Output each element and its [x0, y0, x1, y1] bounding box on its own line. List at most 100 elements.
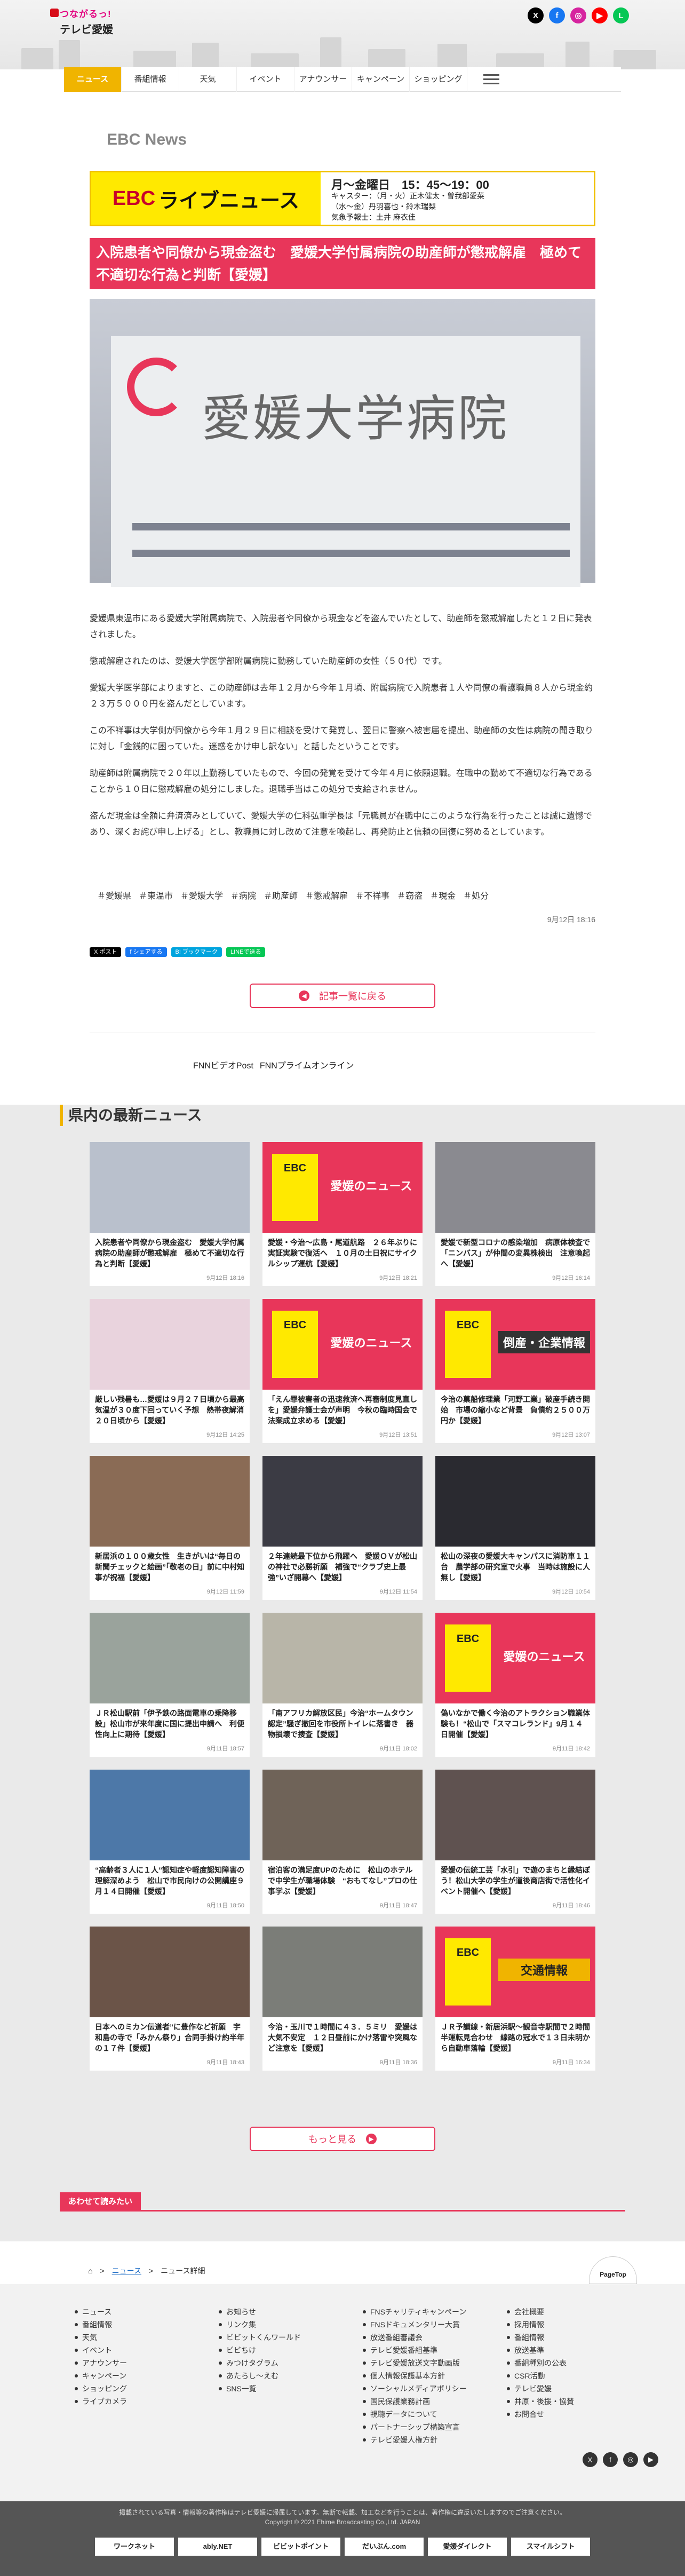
news-card[interactable]: 新居浜の１００歳女性 生きがいは“毎日の新聞チェックと絵画”「敬老の日」前に中村… [90, 1456, 250, 1600]
footer-link[interactable]: ビビットくんワールド [219, 2331, 363, 2344]
footer-link[interactable]: 個人情報保護基本方針 [363, 2369, 507, 2382]
footer-link[interactable]: 天気 [75, 2331, 219, 2344]
footer-link[interactable]: ビビちけ [219, 2344, 363, 2357]
footer-link[interactable]: キャンペーン [75, 2369, 219, 2382]
footer-link[interactable]: ソーシャルメディアポリシー [363, 2382, 507, 2395]
news-card[interactable]: 愛媛で新型コロナの感染増加 病原体検査で「ニンバス」が仲間の変異株検出 注意喚起… [435, 1142, 595, 1286]
x-icon[interactable]: X [528, 7, 544, 23]
tag-link[interactable]: ＃処分 [463, 889, 489, 901]
news-card[interactable]: 宿泊客の満足度UPのために 松山のホテルで中学生が職場体験 “おもてなし”プロの… [262, 1770, 423, 1914]
fnn-prime-online-link[interactable]: FNNプライムオンライン [260, 1058, 354, 1071]
footer-banner[interactable]: スマイルシフト [511, 2538, 590, 2556]
footer-link[interactable]: FNSドキュメンタリー大賞 [363, 2318, 507, 2331]
tag-link[interactable]: ＃窃盗 [397, 889, 423, 901]
footer-link[interactable]: お問合せ [507, 2408, 651, 2421]
footer-link[interactable]: パートナーシップ構築宣言 [363, 2421, 507, 2434]
tag-link[interactable]: ＃愛媛県 [97, 889, 131, 901]
news-card[interactable]: 愛媛の伝統工芸「水引」で遊のまちと縁結ぼう！松山大学の学生が道後商店街で活性化イ… [435, 1770, 595, 1914]
news-card[interactable]: 今治・玉川で１時間に４３．５ミリ 愛媛は大気不安定 １２日昼前にかけ落雷や突風な… [262, 1927, 423, 2071]
footer-banner[interactable]: ビビットポイント [261, 2538, 340, 2556]
footer-link[interactable]: ニュース [75, 2305, 219, 2318]
news-card[interactable]: 厳しい残暑も…愛媛は９月２７日頃から最高気温が３０度下回っていく予想 熱帯夜解消… [90, 1299, 250, 1443]
news-card[interactable]: EBC 交通情報 ＪＲ予讃線・新居浜駅～観音寺駅間で２時間半運転見合わせ 線路の冠水… [435, 1927, 595, 2071]
footer-link[interactable]: 会社概要 [507, 2305, 651, 2318]
footer-link[interactable]: テレビ愛媛番組基準 [363, 2344, 507, 2357]
footer-link[interactable]: みつけタグラム [219, 2357, 363, 2369]
footer-link[interactable]: テレビ愛媛人権方針 [363, 2434, 507, 2446]
news-card[interactable]: EBC 愛媛のニュース 愛媛・今治～広島・尾道航路 ２６年ぶりに実証実験で復活へ １… [262, 1142, 423, 1286]
news-card[interactable]: EBC 愛媛のニュース 偽いなかで働く今治のアトラクション職業体験も！“松山で「スマ… [435, 1613, 595, 1757]
nav-campaign[interactable]: キャンペーン [352, 67, 410, 92]
footer-link[interactable]: テレビ愛媛放送文字動画版 [363, 2357, 507, 2369]
footer-link[interactable]: CSR活動 [507, 2369, 651, 2382]
footer-link[interactable]: テレビ愛媛 [507, 2382, 651, 2395]
footer-banner[interactable]: ably.NET [178, 2538, 257, 2556]
footer-banner[interactable]: だいぶん.com [345, 2538, 424, 2556]
instagram-icon[interactable]: ◎ [570, 7, 586, 23]
news-card[interactable]: 「南アフリカ解放区民」今治“ホームタウン認定”騒ぎ撤回を市役所トイレに落書き 器… [262, 1613, 423, 1757]
footer-link[interactable]: 番組情報 [75, 2318, 219, 2331]
line-icon[interactable]: L [613, 7, 629, 23]
footer-link[interactable]: リンク集 [219, 2318, 363, 2331]
tag-link[interactable]: ＃病院 [230, 889, 256, 901]
site-logo[interactable]: つながるっ! テレビ愛媛 [50, 6, 113, 36]
nav-news[interactable]: ニュース [64, 67, 122, 92]
footer-link[interactable]: あたらし～えむ [219, 2369, 363, 2382]
footer-link[interactable]: 番組情報 [507, 2331, 651, 2344]
breadcrumb-news[interactable]: ニュース [112, 2265, 141, 2276]
nav-shopping[interactable]: ショッピング [410, 67, 467, 92]
footer-link[interactable]: 放送基準 [507, 2344, 651, 2357]
hamburger-menu-icon[interactable] [483, 74, 499, 84]
youtube-icon[interactable]: ▶ [643, 2452, 658, 2467]
share-line-button[interactable]: LINEで送る [226, 947, 266, 957]
tag-link[interactable]: ＃愛媛大学 [180, 889, 223, 901]
footer-link[interactable]: アナウンサー [75, 2357, 219, 2369]
more-news-button[interactable]: もっと見る ▶ [250, 2127, 435, 2151]
footer-link[interactable]: イベント [75, 2344, 219, 2357]
footer-link[interactable]: ライブカメラ [75, 2395, 219, 2408]
footer-link[interactable]: 採用情報 [507, 2318, 651, 2331]
footer-link[interactable]: SNS一覧 [219, 2382, 363, 2395]
footer-link[interactable]: 井原・後援・協賛 [507, 2395, 651, 2408]
footer-link[interactable]: FNSチャリティキャンペーン [363, 2305, 507, 2318]
tag-link[interactable]: ＃東温市 [139, 889, 173, 901]
share-x-button[interactable]: X ポスト [90, 947, 122, 957]
footer-link[interactable]: ショッピング [75, 2382, 219, 2395]
tag-link[interactable]: ＃助産師 [264, 889, 298, 901]
news-card[interactable]: 入院患者や同僚から現金盗む 愛媛大学付属病院の助産師が懲戒解雇 極めて不適切な行… [90, 1142, 250, 1286]
news-card[interactable]: 日本へのミカン伝道者”に豊作など祈願 宇和島の寺で「みかん祭り」合同手掛け約半年… [90, 1927, 250, 2071]
program-banner[interactable]: EBC ライブニュース 月～金曜日 15：45～19：00 キャスター：（月・火）… [90, 171, 595, 226]
x-icon[interactable]: X [583, 2452, 598, 2467]
tag-link[interactable]: ＃懲戒解雇 [305, 889, 348, 901]
nav-programs[interactable]: 番組情報 [122, 67, 179, 92]
instagram-icon[interactable]: ◎ [623, 2452, 638, 2467]
share-facebook-button[interactable]: f シェアする [125, 947, 167, 957]
footer-link[interactable]: お知らせ [219, 2305, 363, 2318]
home-icon[interactable]: ⌂ [88, 2266, 92, 2275]
facebook-icon[interactable]: f [603, 2452, 618, 2467]
nav-announcers[interactable]: アナウンサー [294, 67, 352, 92]
tag-link[interactable]: ＃現金 [430, 889, 456, 901]
fnn-video-post-link[interactable]: FNNビデオPost [193, 1058, 253, 1071]
footer-banner[interactable]: ワークネット [95, 2538, 174, 2556]
nav-weather[interactable]: 天気 [179, 67, 237, 92]
back-to-list-button[interactable]: ◀ 記事一覧に戻る [250, 984, 435, 1008]
news-card[interactable]: 松山の深夜の愛媛大キャンパスに消防車１１台 農学部の研究室で火事 当時は施設に人… [435, 1456, 595, 1600]
footer-banner[interactable]: 愛媛ダイレクト [428, 2538, 507, 2556]
share-buttons: X ポスト f シェアする B! ブックマーク LINEで送る [90, 947, 266, 957]
news-card[interactable]: ２年連続最下位から飛躍へ 愛媛ＯＶが松山の神社で必勝祈願 補強で“クラブ史上最強… [262, 1456, 423, 1600]
footer-link[interactable]: 国民保護業務計画 [363, 2395, 507, 2408]
tag-link[interactable]: ＃不祥事 [355, 889, 389, 901]
facebook-icon[interactable]: f [549, 7, 565, 23]
footer-link[interactable]: 番組種別の公表 [507, 2357, 651, 2369]
footer-link[interactable]: 放送番組審議会 [363, 2331, 507, 2344]
youtube-icon[interactable]: ▶ [592, 7, 608, 23]
news-card[interactable]: EBC 倒産・企業情報 今治の菓船修理業「河野工業」破産手続き開始 市場の縮小など背… [435, 1299, 595, 1443]
news-card[interactable]: EBC 愛媛のニュース 「えん罪被害者の迅速救済へ再審制度見直しを」愛媛弁護士会が声… [262, 1299, 423, 1443]
page-top-button[interactable]: PageTop [589, 2256, 637, 2284]
share-hatena-button[interactable]: B! ブックマーク [171, 947, 222, 957]
news-card[interactable]: “高齢者３人に１人”認知症や軽度認知障害の理解深めよう 松山で市民向けの公開講座… [90, 1770, 250, 1914]
news-card[interactable]: ＪＲ松山駅前「伊予鉄の路面電車の乗降移設」松山市が来年度に国に提出申請へ 利便性… [90, 1613, 250, 1757]
footer-link[interactable]: 視聴データについて [363, 2408, 507, 2421]
nav-events[interactable]: イベント [237, 67, 294, 92]
